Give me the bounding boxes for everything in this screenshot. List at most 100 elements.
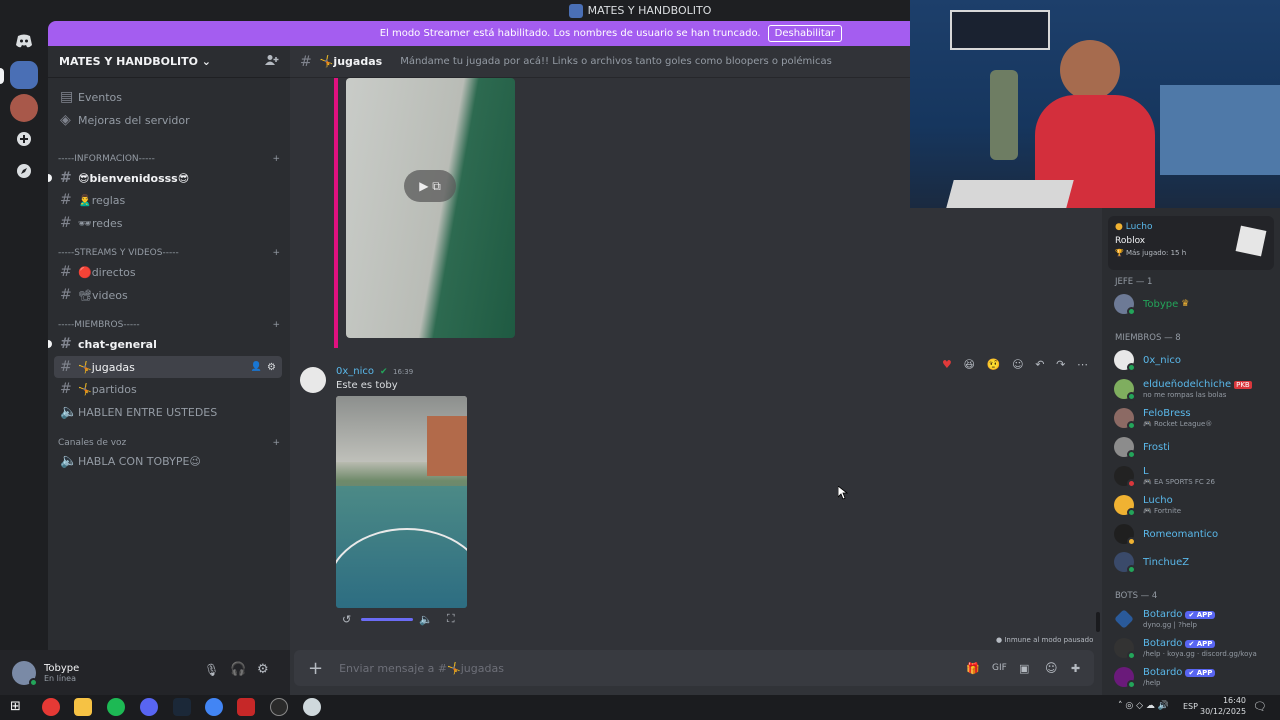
clock[interactable]: 16:40 30/12/2025 [1200, 695, 1246, 717]
notification-icon[interactable]: 🗨 [1253, 700, 1267, 713]
server-mates-icon[interactable] [10, 61, 38, 89]
message-input[interactable]: Enviar mensaje a #🤸jugadas [339, 662, 504, 675]
channel-topic[interactable]: Mándame tu jugada por acá!! Links o arch… [400, 56, 832, 67]
calendar-icon: ▤ [60, 89, 74, 105]
channel-chat-general[interactable]: # chat-general [54, 333, 282, 355]
add-reaction-icon[interactable]: ☺ [1012, 358, 1023, 371]
member-0x-nico[interactable]: 0x_nico [1114, 346, 1274, 374]
category-streams[interactable]: -----STREAMS Y VIDEOS----- + [58, 246, 280, 260]
message-author[interactable]: 0x_nico [336, 366, 374, 377]
video-attachment-1[interactable]: ▶ ⧉ [346, 78, 515, 338]
apps-icon[interactable]: ✚ [1071, 662, 1080, 675]
avatar[interactable] [300, 367, 326, 393]
avatar [1114, 667, 1136, 689]
hash-icon: # [60, 381, 72, 397]
video-attachment-2[interactable] [336, 396, 467, 608]
channel-partidos[interactable]: # 🤸partidos [54, 378, 282, 400]
channel-jugadas[interactable]: # 🤸jugadas 👤 ⚙ [54, 356, 282, 378]
category-voz[interactable]: Canales de voz + [58, 436, 280, 450]
user-status: En línea [44, 673, 77, 683]
avatar[interactable] [12, 660, 38, 687]
activity-card[interactable]: ● Lucho Roblox 🏆 Más jugado: 15 h [1108, 216, 1274, 270]
member-tinchuez[interactable]: TinchueZ [1114, 548, 1274, 576]
server-icon-2[interactable] [10, 94, 38, 122]
member-lucho[interactable]: Lucho 🎮 Fortnite [1114, 491, 1274, 519]
avatar [1114, 609, 1134, 629]
spotify-icon[interactable] [107, 698, 125, 716]
app-icon-3[interactable] [303, 698, 321, 716]
discord-taskbar-icon[interactable] [140, 698, 158, 716]
events-link[interactable]: ▤ Eventos [54, 86, 282, 108]
file-explorer-icon[interactable] [74, 698, 92, 716]
channel-redes[interactable]: # 🕶redes [54, 212, 282, 234]
window-title: MATES Y HANDBOLITO [587, 4, 712, 17]
disable-streamer-button[interactable]: Deshabilitar [767, 25, 842, 42]
category-bots: BOTS — 4 [1115, 591, 1158, 601]
add-channel-icon[interactable]: + [272, 248, 280, 258]
grin-reaction-icon[interactable]: 😆 [964, 358, 975, 371]
emoji-icon[interactable]: ☺ [1045, 661, 1058, 675]
more-options-icon[interactable]: ⋯ [1077, 358, 1088, 371]
sticker-icon[interactable]: ▣ [1019, 662, 1029, 675]
add-channel-icon[interactable]: + [272, 438, 280, 448]
tray-icons[interactable]: ˄ ◎ ◇ ☁ 🔊 [1118, 701, 1169, 711]
settings-icon[interactable]: ⚙ [257, 662, 269, 677]
hash-icon: # [60, 170, 72, 186]
invite-icon[interactable]: 👤 [251, 362, 262, 372]
smirk-reaction-icon[interactable]: 🤨 [987, 358, 1001, 371]
language-indicator[interactable]: ESP [1183, 702, 1198, 711]
app-icon-2[interactable] [237, 698, 255, 716]
app-icon-1[interactable] [42, 698, 60, 716]
play-button[interactable]: ▶ ⧉ [404, 170, 456, 202]
unread-indicator [48, 340, 52, 348]
mouse-cursor [837, 485, 849, 504]
explore-icon[interactable] [10, 157, 38, 185]
server-header[interactable]: MATES Y HANDBOLITO ⌄ [48, 46, 290, 78]
member-felobress[interactable]: FeloBress 🎮 Rocket League® [1114, 404, 1274, 432]
gif-icon[interactable]: GIF [992, 663, 1007, 673]
channel-videos[interactable]: # 📽videos [54, 284, 282, 306]
category-miembros[interactable]: -----MIEMBROS----- + [58, 318, 280, 332]
gear-icon[interactable]: ⚙ [267, 362, 276, 373]
streamer-mode-banner: El modo Streamer está habilitado. Los no… [48, 21, 910, 46]
headphones-icon[interactable]: 🎧 [230, 662, 246, 677]
add-server-icon[interactable] [10, 125, 38, 153]
add-channel-icon[interactable]: + [272, 320, 280, 330]
reply-icon[interactable]: ↶ [1035, 358, 1044, 371]
voice-channel-habla-con-tobype[interactable]: 🔈 HABLA CON TOBYPE😉 [54, 450, 282, 472]
member-bot-dyno[interactable]: Botardo ✔ APP dyno.gg | ?help [1114, 605, 1274, 633]
replay-icon[interactable]: ↺ [342, 613, 351, 626]
server-boosts-link[interactable]: ◈ Mejoras del servidor [54, 109, 282, 131]
obs-icon[interactable] [270, 698, 288, 716]
discord-home-icon[interactable] [10, 27, 38, 55]
gift-icon[interactable]: 🎁 [966, 662, 980, 675]
add-channel-icon[interactable]: + [272, 154, 280, 164]
member-tobype[interactable]: Tobype ♛ [1114, 290, 1274, 318]
steam-icon[interactable] [173, 698, 191, 716]
category-miembros: MIEMBROS — 8 [1115, 333, 1181, 343]
chat-scrollbar[interactable] [1096, 612, 1100, 632]
member-romeomantico[interactable]: Romeomantico [1114, 520, 1274, 548]
member-elduenodelchiche[interactable]: eldueñodelchiche PKB no me rompas las bol… [1114, 375, 1274, 403]
heart-reaction-icon[interactable]: ♥ [942, 358, 952, 371]
channel-directos[interactable]: # 🔴directos [54, 261, 282, 283]
voice-channel-hablen[interactable]: 🔈 HABLEN ENTRE USTEDES [54, 401, 282, 423]
member-frosti[interactable]: Frosti [1114, 433, 1274, 461]
windows-start-icon[interactable]: ⊞ [10, 699, 21, 714]
message-composer[interactable]: + Enviar mensaje a #🤸jugadas 🎁 GIF ▣ ☺ ✚ [294, 650, 1094, 686]
member-bot-3[interactable]: Botardo ✔ APP/help [1114, 663, 1274, 691]
add-member-icon[interactable] [265, 54, 279, 69]
category-informacion[interactable]: -----INFORMACION----- + [58, 152, 280, 166]
add-attachment-icon[interactable]: + [308, 658, 323, 679]
forward-icon[interactable]: ↷ [1056, 358, 1065, 371]
volume-icon[interactable]: 🔈 [419, 613, 433, 626]
app-tag: ✔ APP [1185, 640, 1216, 648]
member-l[interactable]: L 🎮 EA SPORTS FC 26 [1114, 462, 1274, 490]
fullscreen-icon[interactable]: ⛶ [447, 612, 455, 626]
channel-reglas[interactable]: # 🙎‍♂️reglas [54, 189, 282, 211]
microphone-icon[interactable]: 🎙 [204, 663, 219, 677]
member-bot-koya[interactable]: Botardo ✔ APP/help · koya.gg · discord.gg… [1114, 634, 1274, 662]
volume-slider[interactable] [361, 617, 414, 621]
chrome-icon[interactable] [205, 698, 223, 716]
channel-bienvenidos[interactable]: # 😎bienvenidosss😎 [54, 167, 282, 189]
